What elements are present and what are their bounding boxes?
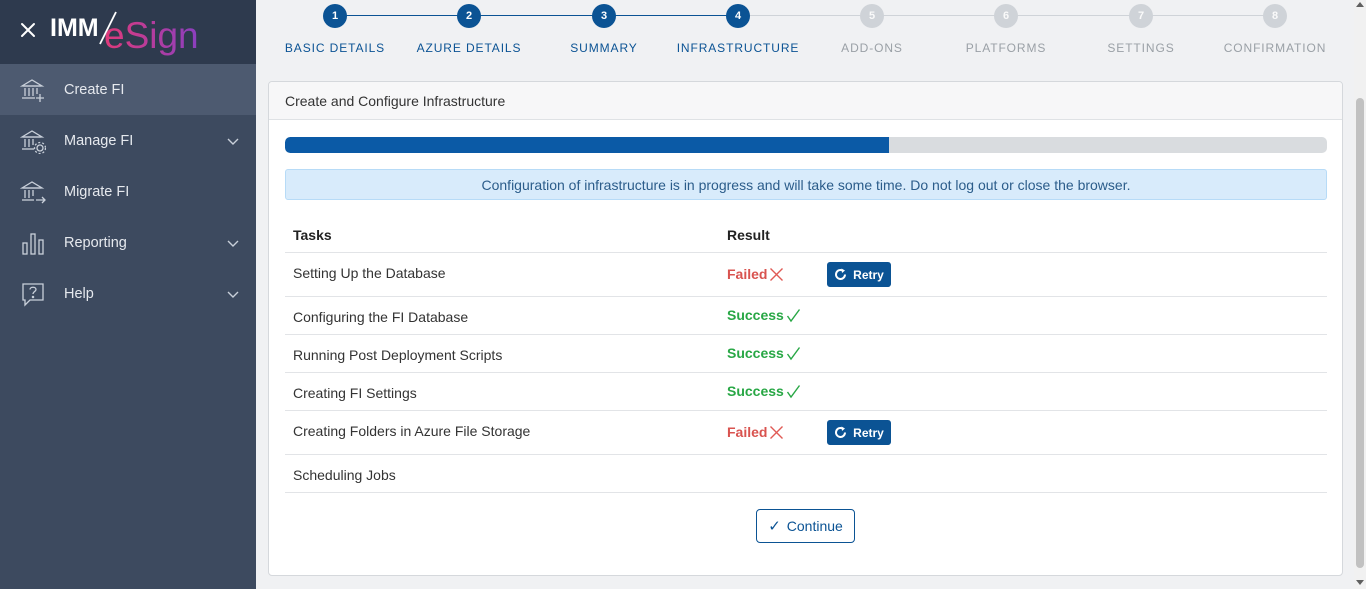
imm-esign-logo[interactable]: IMM eSign <box>50 8 220 56</box>
step-number: 6 <box>994 4 1018 28</box>
task-name: Creating FI Settings <box>293 385 417 401</box>
task-name: Creating Folders in Azure File Storage <box>293 423 531 439</box>
sidebar-item-reporting[interactable]: Reporting <box>0 217 256 268</box>
bank-arrow-icon <box>20 181 46 204</box>
result-status: Success <box>727 345 801 361</box>
chevron-down-icon <box>227 291 239 298</box>
logo-imm-text: IMM <box>50 14 99 42</box>
help-icon <box>22 283 44 307</box>
logo-esign-text: eSign <box>104 15 199 56</box>
table-row: Creating FI Settings Success <box>285 373 1327 411</box>
bar-chart-icon <box>22 233 44 255</box>
sidebar-item-label: Create FI <box>64 81 125 98</box>
result-text: Failed <box>727 424 768 440</box>
result-text: Success <box>727 345 784 361</box>
sidebar-header: IMM eSign <box>0 0 256 64</box>
step-number: 8 <box>1263 4 1287 28</box>
step-number: 7 <box>1129 4 1153 28</box>
retry-label: Retry <box>853 267 884 282</box>
refresh-icon <box>835 426 847 438</box>
table-row: Configuring the FI Database Success <box>285 297 1327 335</box>
table-row: Setting Up the Database Failed Retry <box>285 253 1327 297</box>
check-icon <box>786 384 800 398</box>
step-number: 2 <box>457 4 481 28</box>
progress-bar <box>285 137 1327 153</box>
check-icon <box>786 346 800 360</box>
chevron-down-icon <box>227 138 239 145</box>
infrastructure-card: Create and Configure Infrastructure Conf… <box>268 81 1343 576</box>
sidebar-item-label: Manage FI <box>64 132 134 149</box>
sidebar-item-label: Migrate FI <box>64 183 130 200</box>
progress-bar-fill <box>285 137 890 153</box>
retry-button[interactable]: Retry <box>827 262 891 287</box>
tasks-table: Tasks Result Setting Up the Database Fai… <box>285 217 1327 493</box>
column-header-result: Result <box>727 227 770 243</box>
bank-gear-icon <box>20 130 46 154</box>
result-status: Failed <box>727 424 784 440</box>
sidebar-item-create-fi[interactable]: Create FI <box>0 64 256 115</box>
progress-stepper: 1 BASIC DETAILS 2 AZURE DETAILS 3 SUMMAR… <box>256 0 1356 76</box>
table-row: Scheduling Jobs <box>285 455 1327 493</box>
retry-button[interactable]: Retry <box>827 420 891 445</box>
result-status: Success <box>727 383 801 399</box>
scroll-down-arrow-icon[interactable] <box>1356 580 1364 585</box>
step-number: 5 <box>860 4 884 28</box>
retry-label: Retry <box>853 425 884 440</box>
continue-label: Continue <box>786 518 843 534</box>
table-header-row: Tasks Result <box>285 217 1327 253</box>
check-icon <box>786 308 800 322</box>
failed-x-icon <box>770 267 784 281</box>
step-number: 3 <box>592 4 616 28</box>
scrollbar[interactable] <box>1354 0 1366 589</box>
sidebar-item-help[interactable]: Help <box>0 268 256 319</box>
table-row: Running Post Deployment Scripts Success <box>285 335 1327 373</box>
result-text: Success <box>727 383 784 399</box>
step-number: 4 <box>726 4 750 28</box>
continue-button[interactable]: ✓ Continue <box>756 509 855 543</box>
check-icon: ✓ <box>768 518 781 535</box>
result-status: Failed <box>727 266 784 282</box>
table-row: Creating Folders in Azure File Storage F… <box>285 411 1327 455</box>
failed-x-icon <box>770 425 784 439</box>
column-header-tasks: Tasks <box>293 227 332 243</box>
sidebar-item-manage-fi[interactable]: Manage FI <box>0 115 256 166</box>
refresh-icon <box>835 268 847 280</box>
close-icon[interactable] <box>20 22 36 38</box>
sidebar-item-label: Reporting <box>64 234 127 251</box>
bank-plus-icon <box>20 79 45 102</box>
scroll-up-arrow-icon[interactable] <box>1356 2 1364 7</box>
task-name: Scheduling Jobs <box>293 467 396 483</box>
card-title: Create and Configure Infrastructure <box>269 82 1342 120</box>
task-name: Running Post Deployment Scripts <box>293 347 503 363</box>
info-alert: Configuration of infrastructure is in pr… <box>285 169 1327 200</box>
task-name: Setting Up the Database <box>293 265 446 281</box>
result-text: Failed <box>727 266 768 282</box>
sidebar: IMM eSign Create FI Manage FI Migrate FI <box>0 0 256 589</box>
step-number: 1 <box>323 4 347 28</box>
chevron-down-icon <box>227 240 239 247</box>
stepper-line-complete <box>346 15 748 16</box>
task-name: Configuring the FI Database <box>293 309 469 325</box>
sidebar-item-label: Help <box>64 285 94 302</box>
result-text: Success <box>727 307 784 323</box>
step-label: CONFIRMATION <box>1223 41 1327 55</box>
sidebar-item-migrate-fi[interactable]: Migrate FI <box>0 166 256 217</box>
scrollbar-thumb[interactable] <box>1356 98 1364 568</box>
result-status: Success <box>727 307 801 323</box>
